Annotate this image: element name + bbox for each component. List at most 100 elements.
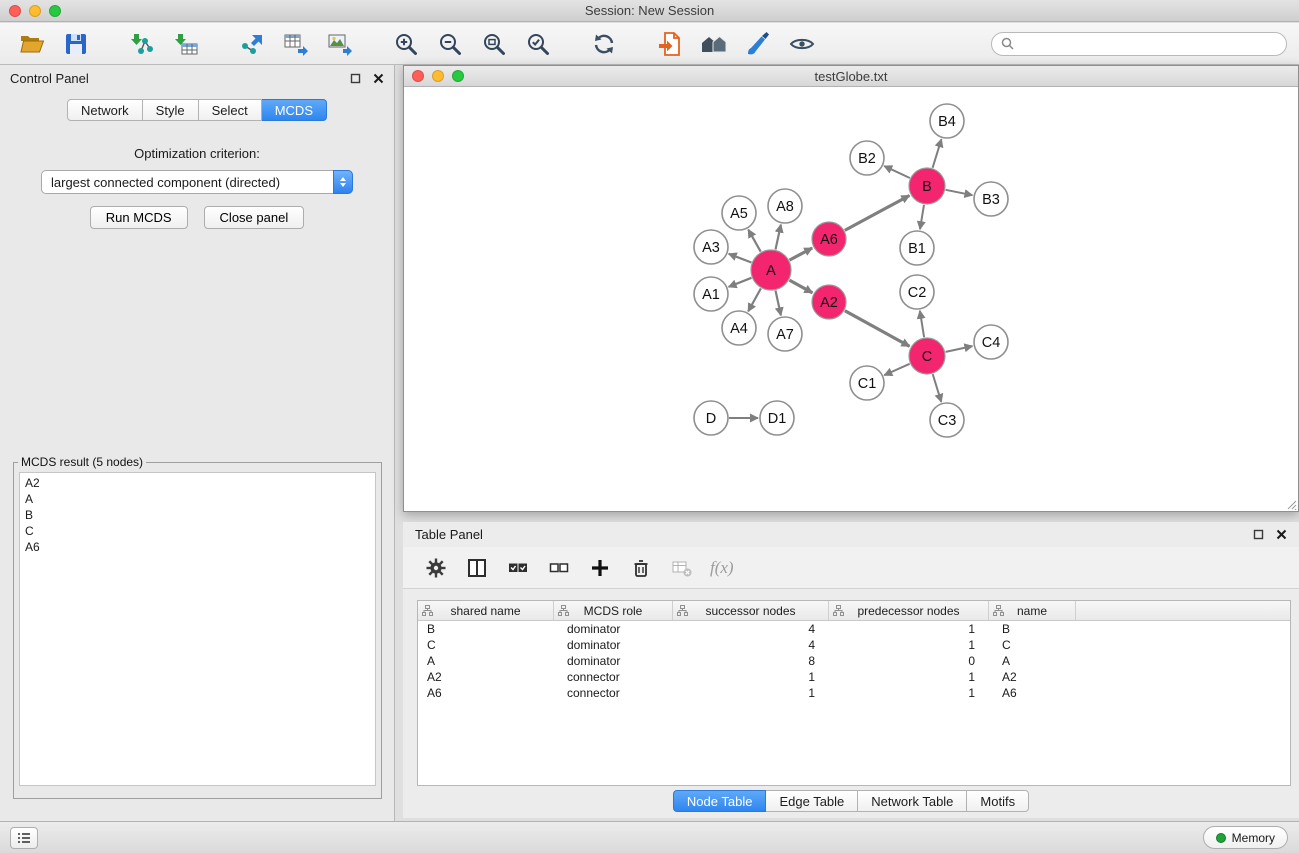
- edge-C-C2[interactable]: [920, 311, 924, 337]
- edge-A-A7[interactable]: [776, 291, 781, 316]
- paint-style-button[interactable]: [738, 27, 778, 61]
- table-row[interactable]: Bdominator41B: [418, 621, 1290, 637]
- zoom-in-button[interactable]: [386, 27, 426, 61]
- zoom-fit-button[interactable]: [474, 27, 514, 61]
- edge-A2-C[interactable]: [845, 311, 910, 347]
- edge-A-A5[interactable]: [748, 230, 760, 252]
- show-graphics-details-button[interactable]: [782, 27, 822, 61]
- delete-table-button[interactable]: [669, 555, 695, 581]
- mcds-result-title: MCDS result (5 nodes): [18, 455, 146, 469]
- unchecked-boxes-icon: [549, 558, 569, 578]
- close-network-window-button[interactable]: [412, 70, 424, 82]
- minimize-network-window-button[interactable]: [432, 70, 444, 82]
- table-body: Bdominator41BCdominator41CAdominator80AA…: [418, 621, 1290, 701]
- criterion-dropdown[interactable]: largest connected component (directed): [41, 170, 353, 194]
- delete-row-button[interactable]: [628, 555, 654, 581]
- column-header-shared-name[interactable]: shared name: [418, 601, 554, 620]
- table-row[interactable]: A6connector11A6: [418, 685, 1290, 701]
- apply-layout-button[interactable]: [584, 27, 624, 61]
- cell-successors: 1: [673, 670, 829, 684]
- network-window-titlebar[interactable]: testGlobe.txt: [404, 66, 1298, 87]
- plus-icon: [590, 558, 610, 578]
- import-table-button[interactable]: [166, 27, 206, 61]
- table-row[interactable]: A2connector11A2: [418, 669, 1290, 685]
- close-table-panel-icon[interactable]: [1276, 529, 1287, 540]
- add-row-button[interactable]: [587, 555, 613, 581]
- mcds-result-item[interactable]: A6: [23, 539, 372, 555]
- resize-grip-icon[interactable]: [1285, 498, 1297, 510]
- edge-C-C3[interactable]: [933, 374, 942, 402]
- memory-button[interactable]: Memory: [1203, 826, 1288, 849]
- network-window-title: testGlobe.txt: [815, 69, 888, 84]
- column-header-predecessor-nodes[interactable]: predecessor nodes: [829, 601, 989, 620]
- edge-A-A1[interactable]: [729, 278, 752, 287]
- edge-B-B4[interactable]: [933, 139, 942, 168]
- zoom-out-button[interactable]: [430, 27, 470, 61]
- unselect-all-button[interactable]: [546, 555, 572, 581]
- minimize-window-button[interactable]: [29, 5, 41, 17]
- tab-edge-table[interactable]: Edge Table: [766, 790, 858, 812]
- export-network-button[interactable]: [232, 27, 272, 61]
- export-table-button[interactable]: [276, 27, 316, 61]
- edge-B-B2[interactable]: [884, 166, 910, 178]
- edge-A-A4[interactable]: [748, 288, 761, 311]
- search-input[interactable]: [1020, 37, 1277, 51]
- table-row[interactable]: Cdominator41C: [418, 637, 1290, 653]
- export-network-icon: [239, 32, 265, 56]
- task-history-button[interactable]: [10, 827, 38, 849]
- column-header-successor-nodes[interactable]: successor nodes: [673, 601, 829, 620]
- edge-A6-B[interactable]: [845, 196, 910, 231]
- edge-B-B3[interactable]: [946, 190, 973, 195]
- open-folder-icon: [19, 32, 45, 56]
- memory-status-icon: [1216, 833, 1226, 843]
- run-mcds-button[interactable]: Run MCDS: [90, 206, 188, 229]
- tab-network-table[interactable]: Network Table: [858, 790, 967, 812]
- table-settings-button[interactable]: [423, 555, 449, 581]
- network-canvas[interactable]: B4B2BB3A5A8A6A3B1AC2A1A2A4A7C4CC1C3DD1: [404, 87, 1298, 511]
- tab-mcds[interactable]: MCDS: [262, 99, 327, 121]
- open-document-button[interactable]: [650, 27, 690, 61]
- import-network-button[interactable]: [122, 27, 162, 61]
- tab-select[interactable]: Select: [199, 99, 262, 121]
- mcds-result-item[interactable]: C: [23, 523, 372, 539]
- select-all-button[interactable]: [505, 555, 531, 581]
- show-column-button[interactable]: [464, 555, 490, 581]
- table-row[interactable]: Adominator80A: [418, 653, 1290, 669]
- maximize-window-button[interactable]: [49, 5, 61, 17]
- export-image-button[interactable]: [320, 27, 360, 61]
- node-label-D: D: [706, 411, 716, 427]
- mcds-result-item[interactable]: B: [23, 507, 372, 523]
- column-header-name[interactable]: name: [989, 601, 1076, 620]
- mcds-result-item[interactable]: A: [23, 491, 372, 507]
- open-session-button[interactable]: [12, 27, 52, 61]
- tab-network[interactable]: Network: [67, 99, 143, 121]
- node-label-B2: B2: [858, 151, 876, 167]
- search-box[interactable]: [991, 32, 1287, 56]
- edge-C-C4[interactable]: [946, 346, 973, 352]
- close-panel-icon[interactable]: [373, 73, 384, 84]
- maximize-network-window-button[interactable]: [452, 70, 464, 82]
- edge-A-A6[interactable]: [790, 248, 813, 260]
- zoom-selected-button[interactable]: [518, 27, 558, 61]
- network-overview-button[interactable]: [694, 27, 734, 61]
- tab-style[interactable]: Style: [143, 99, 199, 121]
- import-network-icon: [129, 32, 155, 56]
- edge-A-A2[interactable]: [789, 280, 812, 293]
- column-type-icon: [993, 605, 1004, 616]
- search-icon: [1001, 37, 1014, 50]
- column-header-MCDS-role[interactable]: MCDS role: [554, 601, 673, 620]
- edge-A-A8[interactable]: [776, 225, 781, 250]
- float-table-panel-icon[interactable]: [1253, 529, 1264, 540]
- function-builder-button[interactable]: f(x): [710, 558, 734, 578]
- float-panel-icon[interactable]: [350, 73, 361, 84]
- mcds-result-item[interactable]: A2: [23, 475, 372, 491]
- close-panel-button[interactable]: Close panel: [204, 206, 305, 229]
- edge-A-A3[interactable]: [729, 254, 752, 263]
- close-window-button[interactable]: [9, 5, 21, 17]
- tab-node-table[interactable]: Node Table: [673, 790, 767, 812]
- edge-C-C1[interactable]: [884, 364, 909, 375]
- tab-motifs[interactable]: Motifs: [967, 790, 1029, 812]
- edge-B-B1[interactable]: [920, 205, 924, 229]
- save-session-button[interactable]: [56, 27, 96, 61]
- mcds-result-list[interactable]: A2ABCA6: [19, 472, 376, 786]
